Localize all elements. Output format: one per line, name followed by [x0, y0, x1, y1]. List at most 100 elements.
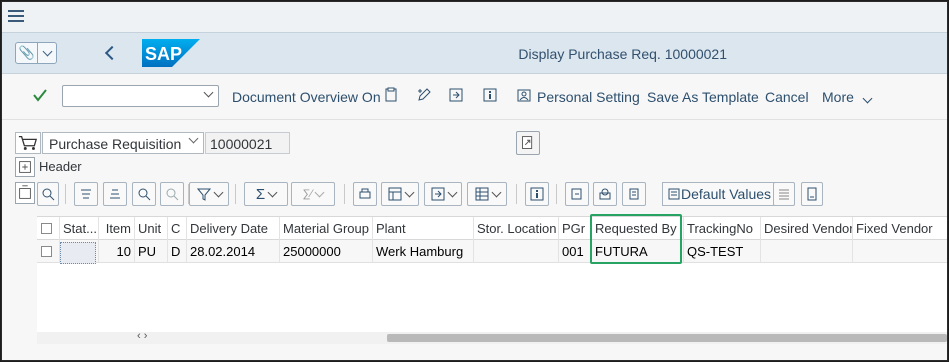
- cell-desired-vendor[interactable]: [761, 240, 853, 263]
- sap-logo-text: SAP: [145, 44, 182, 64]
- column-header-plant[interactable]: Plant: [373, 217, 474, 240]
- column-header-item[interactable]: Item: [99, 217, 135, 240]
- layout-dropdown[interactable]: [467, 182, 507, 206]
- command-field[interactable]: [62, 85, 219, 107]
- column-header-stor-location[interactable]: Stor. Location: [474, 217, 559, 240]
- views-dropdown[interactable]: [381, 182, 419, 206]
- separator: [235, 184, 236, 204]
- info-icon[interactable]: [482, 87, 498, 103]
- chevron-down-icon: [213, 187, 223, 197]
- header-section-label: Header: [39, 159, 82, 174]
- account-assignment-icon[interactable]: [773, 182, 795, 206]
- cell-tracking-no[interactable]: QS-TEST: [684, 240, 761, 263]
- document-type-select[interactable]: Purchase Requisition: [42, 132, 204, 154]
- chevron-down-icon: [188, 133, 199, 144]
- find-icon[interactable]: [132, 182, 156, 206]
- focused-cell[interactable]: [60, 242, 96, 264]
- other-document-icon[interactable]: [516, 131, 540, 155]
- chevron-down-icon: [42, 46, 53, 56]
- select-all-checkbox[interactable]: [41, 223, 52, 234]
- cell-item[interactable]: 10: [99, 240, 135, 263]
- cancel-button[interactable]: Cancel: [765, 89, 809, 105]
- print-icon[interactable]: [353, 182, 377, 206]
- column-header-pgr[interactable]: PGr: [559, 217, 592, 240]
- row-select-checkbox[interactable]: [41, 246, 52, 257]
- cell-delivery-date[interactable]: 28.02.2014: [187, 240, 280, 263]
- column-header-tracking-no[interactable]: TrackingNo: [684, 217, 761, 240]
- select-all-cell[interactable]: [37, 217, 60, 240]
- cell-pgr[interactable]: 001: [559, 240, 592, 263]
- separator: [65, 184, 66, 204]
- attachment-button[interactable]: 📎: [15, 42, 57, 64]
- back-icon[interactable]: [102, 42, 118, 64]
- sort-descending-icon[interactable]: [103, 182, 127, 206]
- item-overview-expand-icon[interactable]: [15, 182, 35, 204]
- horizontal-scrollbar[interactable]: ‹ ›: [37, 330, 947, 344]
- shopping-cart-icon[interactable]: [15, 132, 41, 154]
- chevron-down-icon: [491, 187, 501, 197]
- header-expand-icon[interactable]: [15, 157, 35, 177]
- personal-setting-icon[interactable]: [516, 87, 532, 103]
- attachment-dropdown[interactable]: [37, 43, 56, 63]
- layout-icon: [475, 187, 488, 201]
- copy-icon[interactable]: [565, 182, 589, 206]
- status-bar: [2, 344, 947, 360]
- column-header-fixed-vendor[interactable]: Fixed Vendor: [853, 217, 947, 240]
- save-as-template-button[interactable]: Save As Template: [647, 89, 759, 105]
- chevron-down-icon[interactable]: [203, 87, 214, 98]
- sap-window: 📎 SAP Display Purchase Req. 10000021 Doc…: [1, 1, 948, 361]
- more-menu-button[interactable]: More: [822, 89, 873, 105]
- display-document-icon[interactable]: [383, 87, 399, 103]
- find-next-icon[interactable]: [160, 182, 184, 206]
- export-icon[interactable]: [448, 87, 464, 103]
- scrollbar-thumb[interactable]: [387, 334, 947, 342]
- requested-by-highlight: [590, 214, 682, 264]
- delete-icon[interactable]: [622, 182, 646, 206]
- check-icon[interactable]: [33, 88, 47, 102]
- chevron-down-icon: [447, 187, 457, 197]
- application-toolbar: Document Overview On Personal Setting Sa…: [2, 74, 947, 120]
- row-select-cell[interactable]: [37, 240, 60, 263]
- export-dropdown[interactable]: [424, 182, 462, 206]
- subtotal-dropdown[interactable]: ∑⁄: [291, 182, 335, 206]
- cell-material-group[interactable]: 25000000: [280, 240, 373, 263]
- cell-c[interactable]: D: [168, 240, 187, 263]
- sum-icon: Σ: [255, 185, 266, 203]
- cell-fixed-vendor[interactable]: [853, 240, 947, 263]
- filter-icon: [196, 188, 211, 201]
- column-header-material-group[interactable]: Material Group: [280, 217, 373, 240]
- column-header-desired-vendor[interactable]: Desired Vendor: [761, 217, 853, 240]
- column-header-delivery-date[interactable]: Delivery Date: [187, 217, 280, 240]
- cell-unit[interactable]: PU: [135, 240, 168, 263]
- chevron-down-icon: [314, 187, 325, 197]
- edit-icon[interactable]: [416, 87, 432, 103]
- table-header-row: Stat... Item Unit C Delivery Date Materi…: [37, 217, 947, 240]
- subtotal-icon: ∑⁄: [302, 188, 313, 200]
- table-row[interactable]: 10 PU D 28.02.2014 25000000 Werk Hamburg…: [37, 240, 947, 263]
- info-icon[interactable]: [525, 182, 549, 206]
- menu-icon[interactable]: [8, 10, 24, 24]
- separator: [344, 184, 345, 204]
- document-overview-button[interactable]: Document Overview On: [232, 89, 381, 105]
- cell-stor-location[interactable]: [474, 240, 559, 263]
- chevron-down-icon: [404, 187, 414, 197]
- column-header-c[interactable]: C: [168, 217, 187, 240]
- sum-dropdown[interactable]: Σ: [244, 182, 288, 206]
- personal-setting-button[interactable]: Personal Setting: [537, 89, 640, 105]
- chevron-down-icon: [862, 93, 873, 104]
- details-icon[interactable]: [37, 182, 59, 206]
- column-header-status[interactable]: Stat...: [60, 217, 99, 240]
- default-values-label: Default Values: [681, 186, 772, 202]
- default-values-button[interactable]: Default Values: [662, 182, 777, 206]
- filter-dropdown[interactable]: [189, 182, 229, 206]
- column-header-unit[interactable]: Unit: [135, 217, 168, 240]
- cell-plant[interactable]: Werk Hamburg: [373, 240, 474, 263]
- document-icon[interactable]: [801, 182, 823, 206]
- default-values-icon: [668, 188, 680, 200]
- menu-bar: [2, 2, 947, 32]
- sort-ascending-icon[interactable]: [74, 182, 98, 206]
- document-number-field[interactable]: 10000021: [205, 132, 290, 154]
- separator: [556, 184, 557, 204]
- check-document-icon[interactable]: [593, 182, 617, 206]
- scroll-arrows[interactable]: ‹ ›: [137, 330, 147, 342]
